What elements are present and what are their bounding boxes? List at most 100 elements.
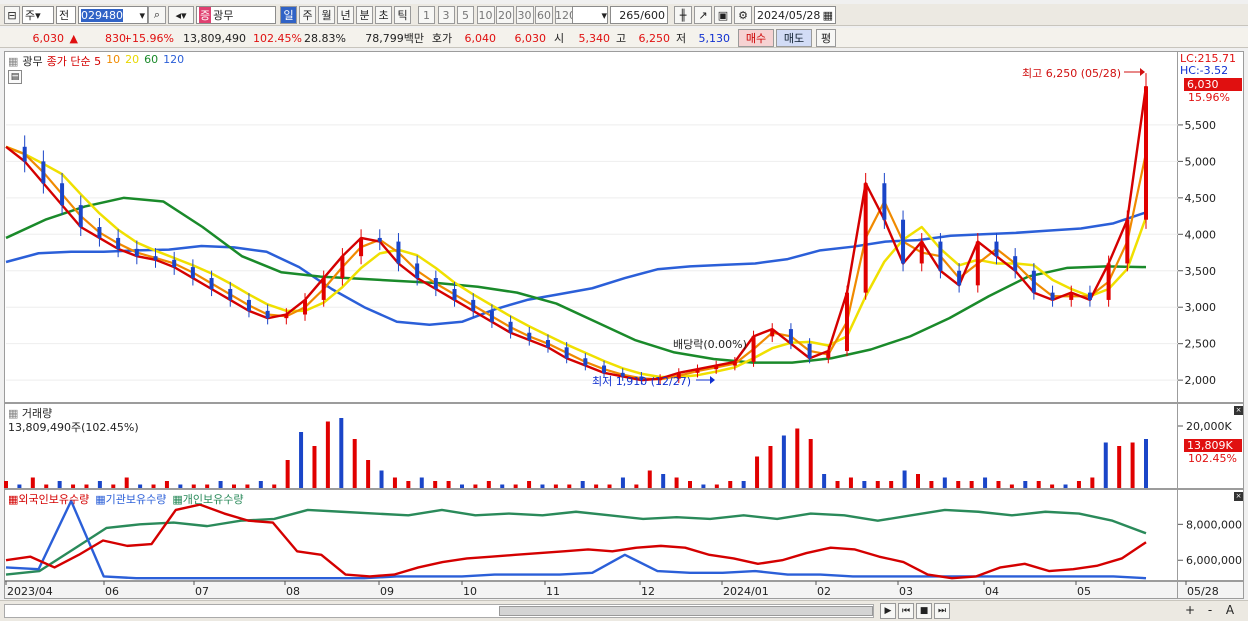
volume-bar-69 <box>929 481 934 488</box>
volume-bar-48 <box>647 470 652 488</box>
volume-bar-82 <box>1103 442 1108 488</box>
volume-bar-5 <box>71 484 76 488</box>
candle-body-52 <box>975 241 980 286</box>
price-panel-tag: 광무 <box>22 55 43 68</box>
volume-bar-85 <box>1144 439 1148 488</box>
volume-bar-55 <box>741 481 746 488</box>
volume-bar-56 <box>755 456 760 488</box>
hc-label: HC:-3.52 <box>1180 64 1229 77</box>
x-label-4: 09 <box>380 585 394 598</box>
x-label-1: 06 <box>105 585 119 598</box>
individual-holding-line <box>5 508 1147 576</box>
candle-body-15 <box>284 314 289 319</box>
candle-body-7 <box>134 248 139 257</box>
control-0[interactable]: ▶ <box>880 603 896 619</box>
volume-bar-25 <box>339 418 344 488</box>
volume-bar-52 <box>701 484 706 488</box>
holding-legend: ▦외국인보유수량 ▦기관보유수량 ▦개인보유수량 <box>8 491 243 507</box>
volume-bar-1 <box>17 484 22 488</box>
candle-body-41 <box>770 329 775 337</box>
volume-bar-53 <box>714 484 719 488</box>
volume-bar-68 <box>916 474 920 488</box>
candle-body-60 <box>1125 219 1130 264</box>
candle-body-61 <box>1144 86 1148 220</box>
price-tick-label-0: 5,500 <box>1185 119 1217 132</box>
candle-body-56 <box>1050 292 1055 300</box>
control-5[interactable]: - <box>1202 603 1218 619</box>
candle-body-21 <box>396 241 401 264</box>
volume-bar-35 <box>473 484 478 488</box>
candle-body-57 <box>1069 292 1074 300</box>
max-arrow-head <box>1140 68 1145 76</box>
volume-bar-9 <box>124 477 129 488</box>
current-price-tag: 6,030 <box>1184 78 1242 91</box>
candle-body-20 <box>377 237 382 242</box>
scroll-thumb[interactable] <box>499 606 873 616</box>
candle-body-8 <box>153 256 158 260</box>
holding-legend-item-0: ▦외국인보유수량 <box>8 493 90 506</box>
price-tick-label-1: 5,000 <box>1185 155 1217 168</box>
volume-bar-47 <box>634 484 639 488</box>
candle-body-38 <box>714 365 719 370</box>
volume-bar-10 <box>138 484 143 488</box>
volume-bar-15 <box>205 484 210 488</box>
x-label-10: 03 <box>899 585 913 598</box>
volume-bar-38 <box>513 484 518 488</box>
control-6[interactable]: A <box>1222 603 1238 619</box>
volume-bar-36 <box>486 481 491 488</box>
ma20-line <box>5 145 1148 379</box>
volume-bar-18 <box>245 484 250 488</box>
table-toggle-icon[interactable]: ▤ <box>8 70 22 84</box>
candle-body-59 <box>1106 263 1111 300</box>
control-2[interactable]: ■ <box>916 603 932 619</box>
price-tick-label-6: 2,500 <box>1185 338 1217 351</box>
volume-bar-78 <box>1050 484 1055 488</box>
candle-body-51 <box>957 270 962 286</box>
scroll-track[interactable] <box>4 604 874 618</box>
volume-bar-13 <box>178 484 183 488</box>
candle-body-48 <box>901 219 906 264</box>
candle-body-54 <box>1013 256 1018 271</box>
candle-body-4 <box>78 205 83 227</box>
volume-bar-21 <box>285 460 290 488</box>
control-1[interactable]: ⏮ <box>898 603 914 619</box>
ma-legend: 종가 단순 5 10 20 60 120 <box>47 53 184 69</box>
max-annotation: 최고 6,250 (05/28) <box>1022 67 1122 80</box>
volume-bar-41 <box>553 484 558 488</box>
price-tick-label-7: 2,000 <box>1185 374 1217 387</box>
holding-close-icon[interactable]: × <box>1234 492 1243 501</box>
volume-bar-30 <box>406 481 411 488</box>
volume-bar-20 <box>272 484 277 488</box>
control-3[interactable]: ⏭ <box>934 603 950 619</box>
volume-bar-19 <box>258 481 263 488</box>
volume-bar-23 <box>312 446 317 488</box>
volume-cur-tag: 13,809K <box>1184 439 1242 452</box>
ma-legend-item-1: 10 <box>106 53 121 66</box>
candle-body-19 <box>359 237 364 257</box>
candle-body-24 <box>452 288 457 300</box>
volume-bar-50 <box>674 477 679 488</box>
volume-bar-3 <box>44 484 49 488</box>
price-tick-label-2: 4,500 <box>1185 192 1217 205</box>
control-4[interactable]: + <box>1182 603 1198 619</box>
candle-body-12 <box>228 288 233 300</box>
candle-body-3 <box>60 183 65 206</box>
volume-bar-76 <box>1023 481 1028 488</box>
holding-legend-item-2: ▦개인보유수량 <box>172 493 244 506</box>
volume-bar-62 <box>835 481 840 488</box>
candle-body-40 <box>751 336 756 362</box>
volume-bar-0 <box>4 481 8 488</box>
min-annotation: 최저 1,910 (12/27) <box>592 375 692 388</box>
candle-body-55 <box>1031 270 1036 293</box>
ma-legend-item-0: 종가 단순 5 <box>46 55 102 68</box>
volume-bar-7 <box>97 481 102 488</box>
volume-close-icon[interactable]: × <box>1234 406 1243 415</box>
volume-bar-59 <box>795 428 800 488</box>
volume-bar-28 <box>379 470 384 488</box>
x-label-3: 08 <box>286 585 300 598</box>
volume-bar-49 <box>661 474 666 488</box>
candle-body-9 <box>172 259 177 268</box>
x-label-12: 05 <box>1077 585 1091 598</box>
x-label-5: 10 <box>463 585 477 598</box>
volume-bar-32 <box>433 481 438 488</box>
